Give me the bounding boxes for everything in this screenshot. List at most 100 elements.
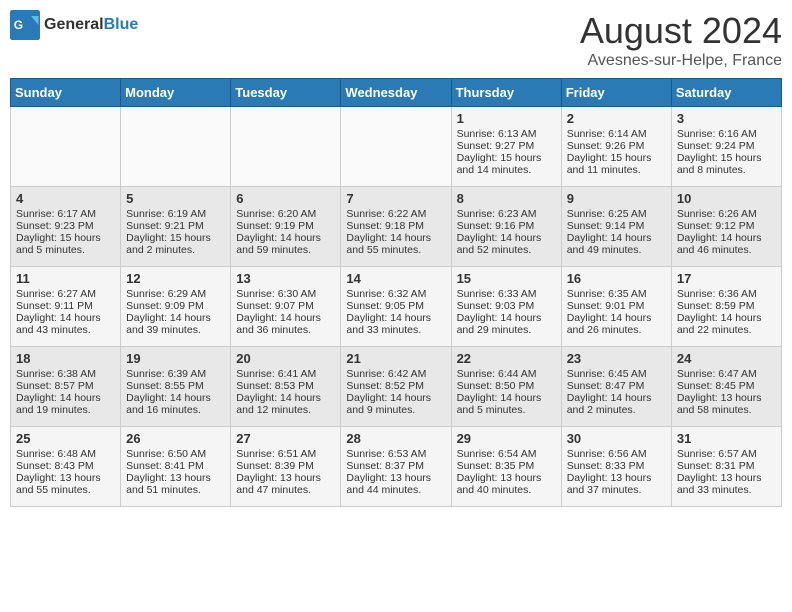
daylight-text: Daylight: 14 hours and 26 minutes. [567, 312, 652, 336]
calendar-day-cell [231, 107, 341, 187]
daylight-text: Daylight: 14 hours and 55 minutes. [346, 232, 431, 256]
day-number: 7 [346, 191, 445, 206]
calendar-week-row: 18Sunrise: 6:38 AMSunset: 8:57 PMDayligh… [11, 347, 782, 427]
sunrise-text: Sunrise: 6:53 AM [346, 448, 426, 460]
sunrise-text: Sunrise: 6:39 AM [126, 368, 206, 380]
day-number: 19 [126, 351, 225, 366]
day-of-week-header: Friday [561, 79, 671, 107]
calendar-day-cell: 9Sunrise: 6:25 AMSunset: 9:14 PMDaylight… [561, 187, 671, 267]
sunrise-text: Sunrise: 6:48 AM [16, 448, 96, 460]
calendar-day-cell: 19 Sunrise: 6:39 AMSunset: 8:55 PMDayligh… [121, 347, 231, 427]
day-number: 17 [677, 271, 776, 286]
sunrise-text: Sunrise: 6:23 AM [457, 208, 537, 220]
daylight-text: Daylight: 14 hours and 22 minutes. [677, 312, 762, 336]
sunset-text: Sunset: 8:53 PM [236, 380, 314, 392]
calendar-day-cell: 15Sunrise: 6:33 AMSunset: 9:03 PMDayligh… [451, 267, 561, 347]
sunrise-text: Sunrise: 6:36 AM [677, 288, 757, 300]
calendar-day-cell: 1 Sunrise: 6:13 AMSunset: 9:27 PMDaylight… [451, 107, 561, 187]
sunrise-text: Sunrise: 6:35 AM [567, 288, 647, 300]
day-number: 21 [346, 351, 445, 366]
sunset-text: Sunset: 9:11 PM [16, 300, 93, 312]
calendar-week-row: 25Sunrise: 6:48 AMSunset: 8:43 PMDayligh… [11, 427, 782, 507]
calendar-week-row: 11Sunrise: 6:27 AMSunset: 9:11 PMDayligh… [11, 267, 782, 347]
calendar-day-cell: 6Sunrise: 6:20 AMSunset: 9:19 PMDaylight… [231, 187, 341, 267]
daylight-text: Daylight: 15 hours and 2 minutes. [126, 232, 211, 256]
sunset-text: Sunset: 9:27 PM [457, 140, 535, 152]
daylight-text: Daylight: 14 hours and 5 minutes. [457, 392, 542, 416]
calendar-day-cell: 25Sunrise: 6:48 AMSunset: 8:43 PMDayligh… [11, 427, 121, 507]
sunset-text: Sunset: 8:57 PM [16, 380, 94, 392]
calendar-day-cell: 20Sunrise: 6:41 AMSunset: 8:53 PMDayligh… [231, 347, 341, 427]
sunrise-text: Sunrise: 6:50 AM [126, 448, 206, 460]
day-number: 30 [567, 431, 666, 446]
sunset-text: Sunset: 9:26 PM [567, 140, 645, 152]
sunset-text: Sunset: 8:55 PM [126, 380, 204, 392]
day-number: 1 [457, 111, 556, 126]
calendar-day-cell: 27Sunrise: 6:51 AMSunset: 8:39 PMDayligh… [231, 427, 341, 507]
calendar-day-cell: 16Sunrise: 6:35 AMSunset: 9:01 PMDayligh… [561, 267, 671, 347]
sunset-text: Sunset: 9:03 PM [457, 300, 535, 312]
calendar-day-cell: 7 Sunrise: 6:22 AMSunset: 9:18 PMDaylight… [341, 187, 451, 267]
day-of-week-header: Wednesday [341, 79, 451, 107]
day-number: 26 [126, 431, 225, 446]
location-subtitle: Avesnes-sur-Helpe, France [580, 52, 782, 70]
sunset-text: Sunset: 9:05 PM [346, 300, 424, 312]
logo: G GeneralBlue [10, 10, 138, 40]
day-number: 13 [236, 271, 335, 286]
daylight-text: Daylight: 13 hours and 37 minutes. [567, 472, 652, 496]
day-number: 31 [677, 431, 776, 446]
calendar-day-cell: 26Sunrise: 6:50 AMSunset: 8:41 PMDayligh… [121, 427, 231, 507]
title-block: August 2024 Avesnes-sur-Helpe, France [580, 10, 782, 70]
daylight-text: Daylight: 14 hours and 16 minutes. [126, 392, 211, 416]
daylight-text: Daylight: 14 hours and 59 minutes. [236, 232, 321, 256]
daylight-text: Daylight: 14 hours and 33 minutes. [346, 312, 431, 336]
sunset-text: Sunset: 8:47 PM [567, 380, 645, 392]
daylight-text: Daylight: 14 hours and 12 minutes. [236, 392, 321, 416]
day-number: 12 [126, 271, 225, 286]
sunrise-text: Sunrise: 6:57 AM [677, 448, 757, 460]
daylight-text: Daylight: 13 hours and 55 minutes. [16, 472, 101, 496]
daylight-text: Daylight: 15 hours and 14 minutes. [457, 152, 542, 176]
sunrise-text: Sunrise: 6:19 AM [126, 208, 206, 220]
calendar-table: SundayMondayTuesdayWednesdayThursdayFrid… [10, 78, 782, 507]
sunset-text: Sunset: 9:21 PM [126, 220, 204, 232]
sunset-text: Sunset: 9:18 PM [346, 220, 424, 232]
sunset-text: Sunset: 8:37 PM [346, 460, 424, 472]
sunrise-text: Sunrise: 6:22 AM [346, 208, 426, 220]
calendar-day-cell [121, 107, 231, 187]
calendar-day-cell: 22Sunrise: 6:44 AMSunset: 8:50 PMDayligh… [451, 347, 561, 427]
sunrise-text: Sunrise: 6:51 AM [236, 448, 316, 460]
calendar-day-cell: 28Sunrise: 6:53 AMSunset: 8:37 PMDayligh… [341, 427, 451, 507]
sunset-text: Sunset: 9:07 PM [236, 300, 314, 312]
daylight-text: Daylight: 15 hours and 11 minutes. [567, 152, 652, 176]
calendar-header-row: SundayMondayTuesdayWednesdayThursdayFrid… [11, 79, 782, 107]
calendar-day-cell: 5Sunrise: 6:19 AMSunset: 9:21 PMDaylight… [121, 187, 231, 267]
day-number: 15 [457, 271, 556, 286]
sunrise-text: Sunrise: 6:13 AM [457, 128, 537, 140]
calendar-day-cell: 30Sunrise: 6:56 AMSunset: 8:33 PMDayligh… [561, 427, 671, 507]
sunset-text: Sunset: 8:59 PM [677, 300, 755, 312]
daylight-text: Daylight: 13 hours and 47 minutes. [236, 472, 321, 496]
calendar-day-cell: 4Sunrise: 6:17 AMSunset: 9:23 PMDaylight… [11, 187, 121, 267]
sunset-text: Sunset: 9:19 PM [236, 220, 314, 232]
logo-icon: G [10, 10, 40, 40]
day-number: 8 [457, 191, 556, 206]
day-number: 27 [236, 431, 335, 446]
calendar-day-cell [11, 107, 121, 187]
sunrise-text: Sunrise: 6:32 AM [346, 288, 426, 300]
sunset-text: Sunset: 8:33 PM [567, 460, 645, 472]
day-of-week-header: Monday [121, 79, 231, 107]
daylight-text: Daylight: 15 hours and 8 minutes. [677, 152, 762, 176]
calendar-day-cell: 10Sunrise: 6:26 AMSunset: 9:12 PMDayligh… [671, 187, 781, 267]
day-number: 16 [567, 271, 666, 286]
calendar-day-cell: 2Sunrise: 6:14 AMSunset: 9:26 PMDaylight… [561, 107, 671, 187]
sunrise-text: Sunrise: 6:25 AM [567, 208, 647, 220]
sunrise-text: Sunrise: 6:41 AM [236, 368, 316, 380]
sunset-text: Sunset: 8:52 PM [346, 380, 424, 392]
sunrise-text: Sunrise: 6:16 AM [677, 128, 757, 140]
calendar-day-cell: 17 Sunrise: 6:36 AMSunset: 8:59 PMDayligh… [671, 267, 781, 347]
logo-blue-text: Blue [104, 16, 139, 33]
sunrise-text: Sunrise: 6:29 AM [126, 288, 206, 300]
daylight-text: Daylight: 14 hours and 46 minutes. [677, 232, 762, 256]
sunset-text: Sunset: 9:16 PM [457, 220, 535, 232]
